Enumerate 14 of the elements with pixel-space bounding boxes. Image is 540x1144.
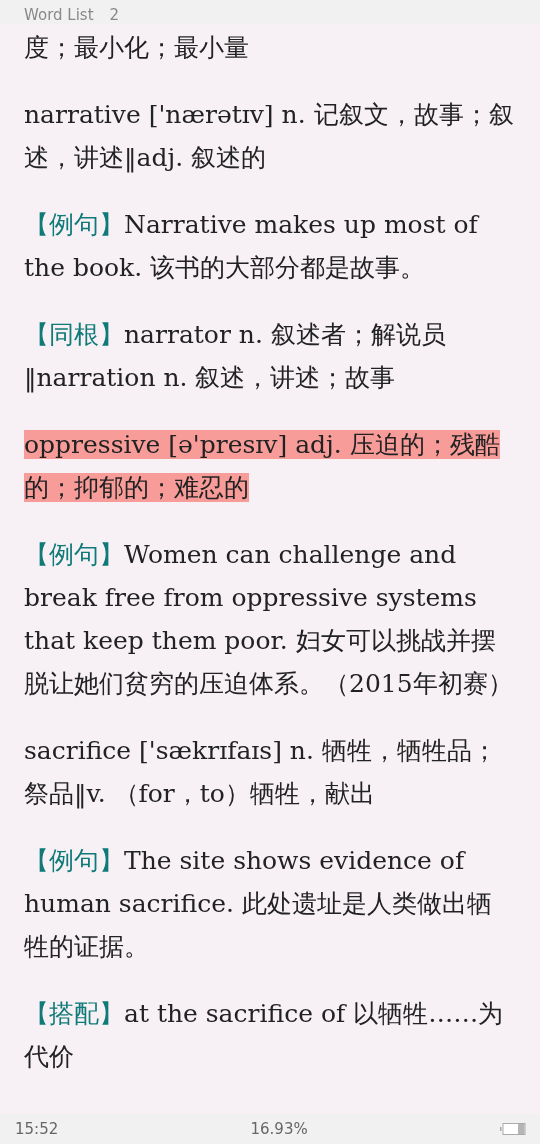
entry-paragraph: 【例句】Narrative makes up most of the book. 该书的大部分都是故事。 (24, 209, 481, 284)
clock-time: 15:52 (15, 1120, 59, 1138)
entry-paragraph: 【例句】The site shows evidence of human sacrifice. 此处遗址是人类做出牺牲的证据。 (24, 845, 493, 963)
entry-paragraph: 度；最小化；最小量 (24, 32, 250, 64)
book-title: Word List (24, 6, 94, 24)
percent-text: 16.93% (250, 1120, 308, 1138)
entry-paragraph: 【例句】Women can challenge and break free from oppressive systems that keep them poor. 妇女可以挑战并摆脱让她们贫穷的压迫体系。（2015年初赛） (24, 539, 514, 700)
entry-paragraph: sacrifice ['sækrɪfaɪs] n. 牺牲，牺牲品；祭品‖v. （for，to）牺牲，献出 (24, 735, 498, 811)
battery-icon (500, 1122, 526, 1136)
entry-paragraph: 【搭配】at the sacrifice of 以牺牲……为代价 (24, 998, 505, 1073)
highlighted-paragraph: oppressive [ə'presɪv] adj. 压迫的；残酷的；抑郁的；难忍的 (24, 429, 501, 504)
chapter-number: 2 (109, 6, 120, 24)
entry-paragraph: 【同根】narrator n. 叙述者；解说员‖narration n. 叙述，讲述；故事 (24, 319, 447, 395)
entry-paragraph: narrative ['nærətɪv] n. 记叙文，故事；叙述，讲述‖adj. 叙述的 (24, 99, 515, 175)
